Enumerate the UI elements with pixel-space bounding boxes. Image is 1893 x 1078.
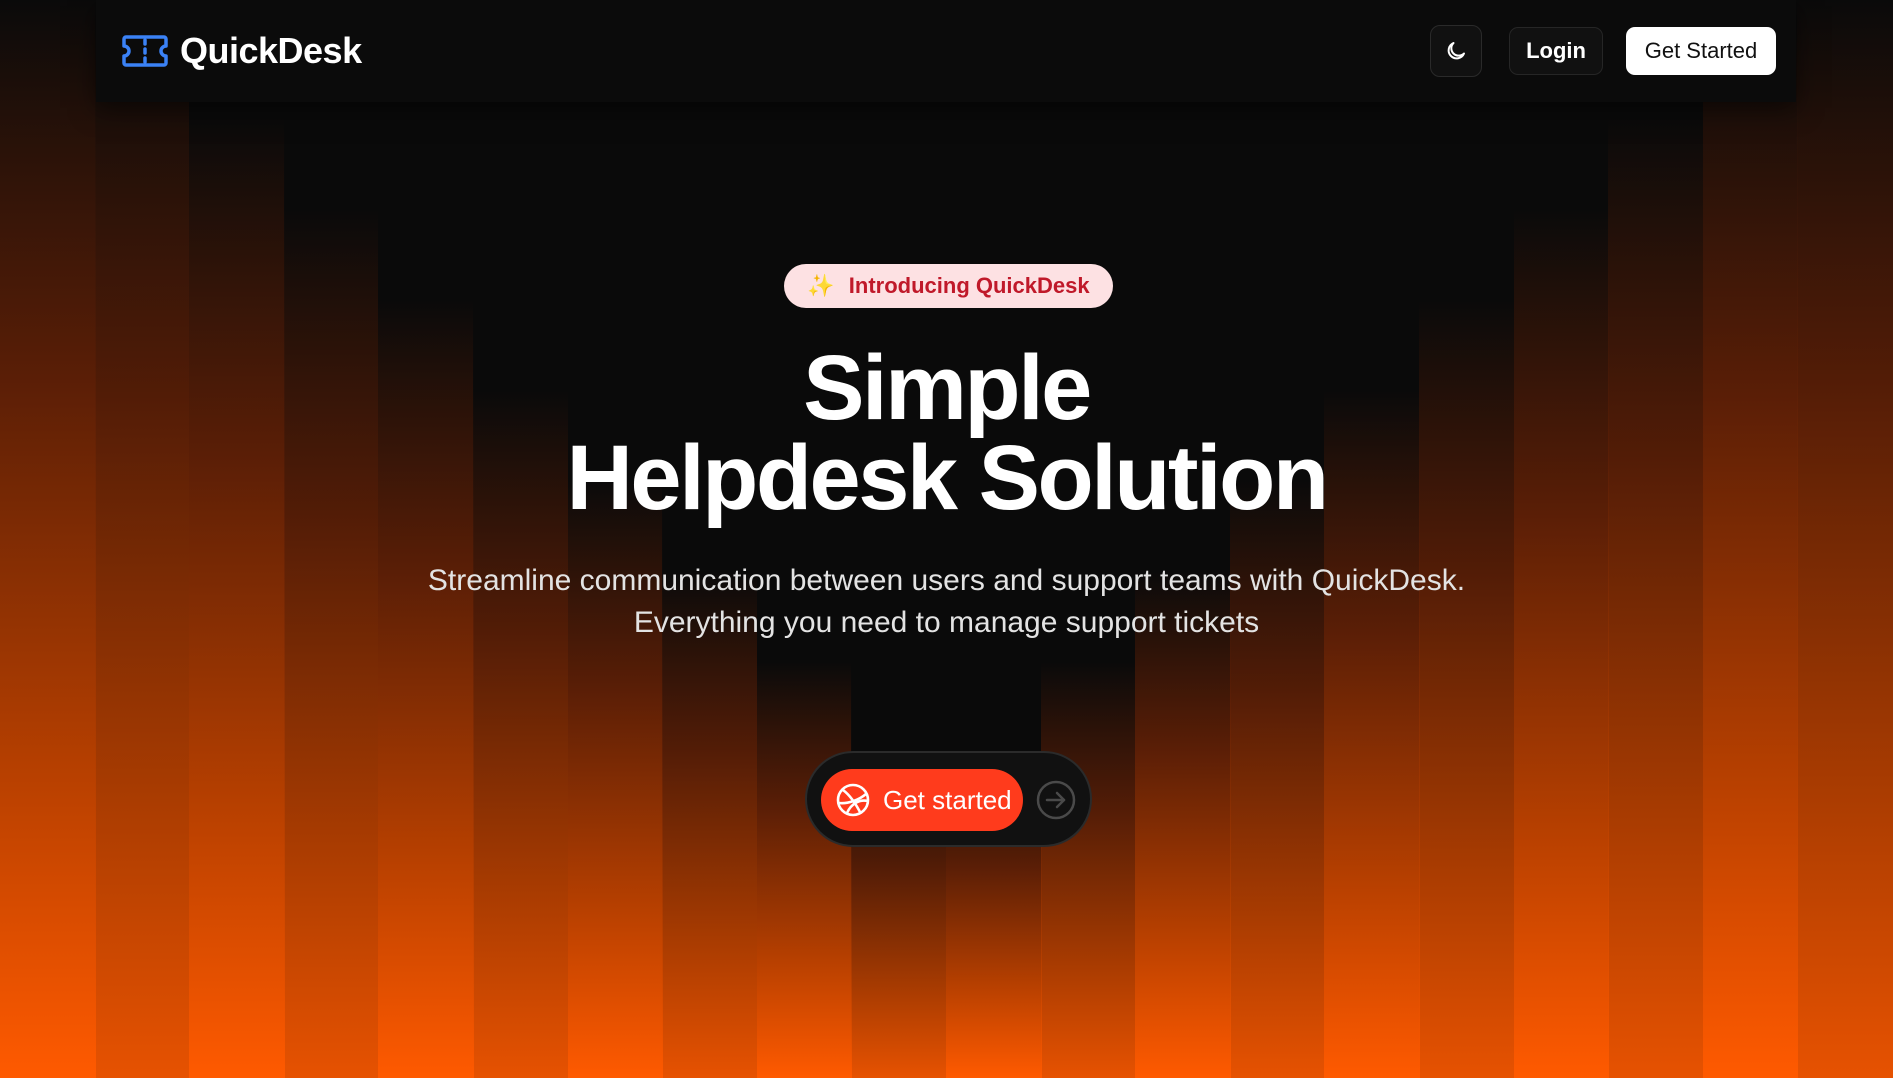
brand-name: QuickDesk (180, 30, 362, 71)
landing-page: QuickDesk Login Get Started ✨ Introducin… (0, 0, 1893, 1078)
hero-title-line-1: Simple (803, 337, 1092, 439)
get-started-button[interactable]: Get Started (1626, 27, 1776, 75)
glow-column (1797, 0, 1893, 1078)
intro-badge[interactable]: ✨ Introducing QuickDesk (784, 264, 1113, 308)
hero-title-line-2: Helpdesk Solution (566, 427, 1329, 529)
cta-container: Get started (805, 751, 1092, 847)
hero-subtitle-line-2: Everything you need to manage support ti… (633, 606, 1260, 639)
glow-column (1608, 0, 1704, 1078)
theme-toggle-button[interactable] (1430, 25, 1482, 77)
get-started-cta-label: Get started (883, 784, 1012, 815)
glow-column (378, 0, 474, 1078)
hero-subtitle-line-1: Streamline communication between users a… (427, 564, 1466, 597)
brand-logo[interactable]: QuickDesk (122, 30, 362, 72)
glow-column (1419, 0, 1515, 1078)
glow-column (473, 0, 569, 1078)
arrow-right-circle-icon[interactable] (1036, 780, 1076, 820)
glow-column (94, 0, 191, 1078)
top-navbar: QuickDesk Login Get Started (96, 0, 1796, 102)
intro-badge-text: Introducing QuickDesk (848, 273, 1090, 298)
glow-column (0, 0, 96, 1078)
glow-column (1702, 0, 1799, 1078)
glow-column (662, 0, 758, 1078)
glow-column (1135, 0, 1231, 1078)
sparkles-icon: ✨ (807, 273, 835, 298)
dribbble-icon (836, 783, 870, 817)
glow-column (1040, 0, 1137, 1078)
glow-column (189, 0, 285, 1078)
glow-column (1513, 0, 1610, 1078)
glow-column (283, 0, 380, 1078)
get-started-cta-button[interactable]: Get started (821, 769, 1023, 831)
glow-column (1324, 0, 1420, 1078)
login-button[interactable]: Login (1509, 27, 1603, 75)
glow-column (851, 0, 947, 1078)
ticket-icon (122, 35, 168, 67)
moon-icon (1447, 42, 1465, 60)
glow-column (756, 0, 853, 1078)
background-glow-columns (0, 0, 1893, 1078)
glow-column (1229, 0, 1326, 1078)
glow-column (567, 0, 664, 1078)
glow-column (946, 0, 1042, 1078)
